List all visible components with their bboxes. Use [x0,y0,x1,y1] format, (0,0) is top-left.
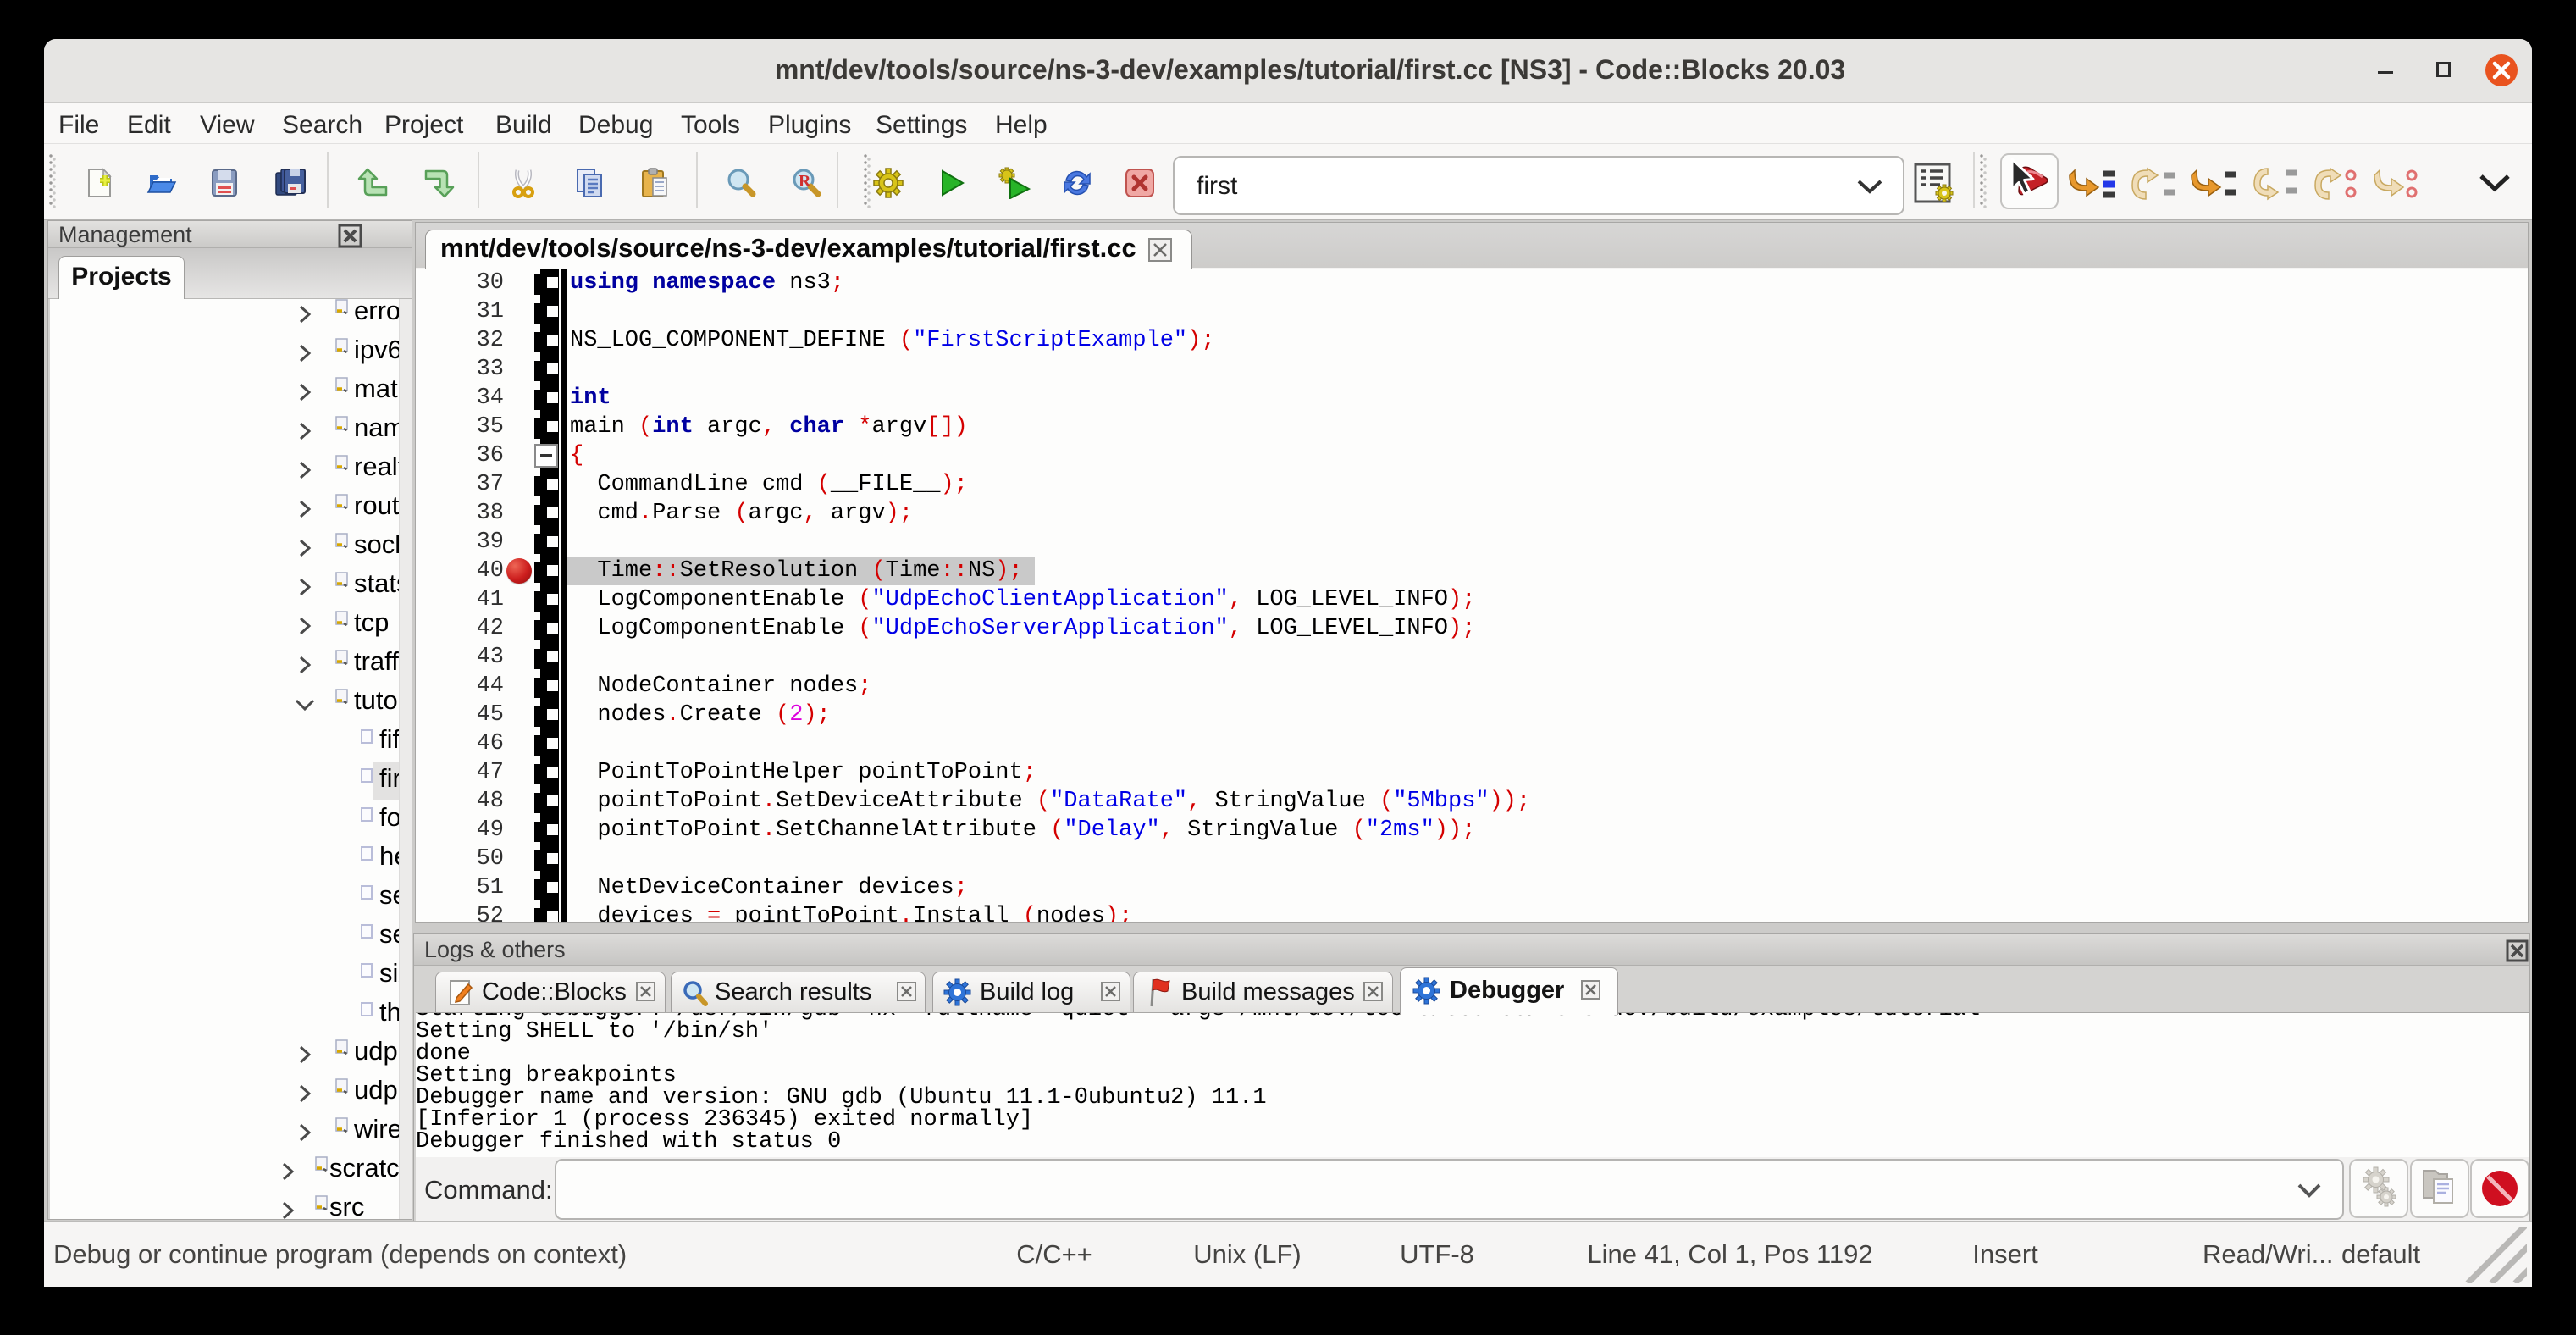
svg-text:R: R [799,172,811,191]
